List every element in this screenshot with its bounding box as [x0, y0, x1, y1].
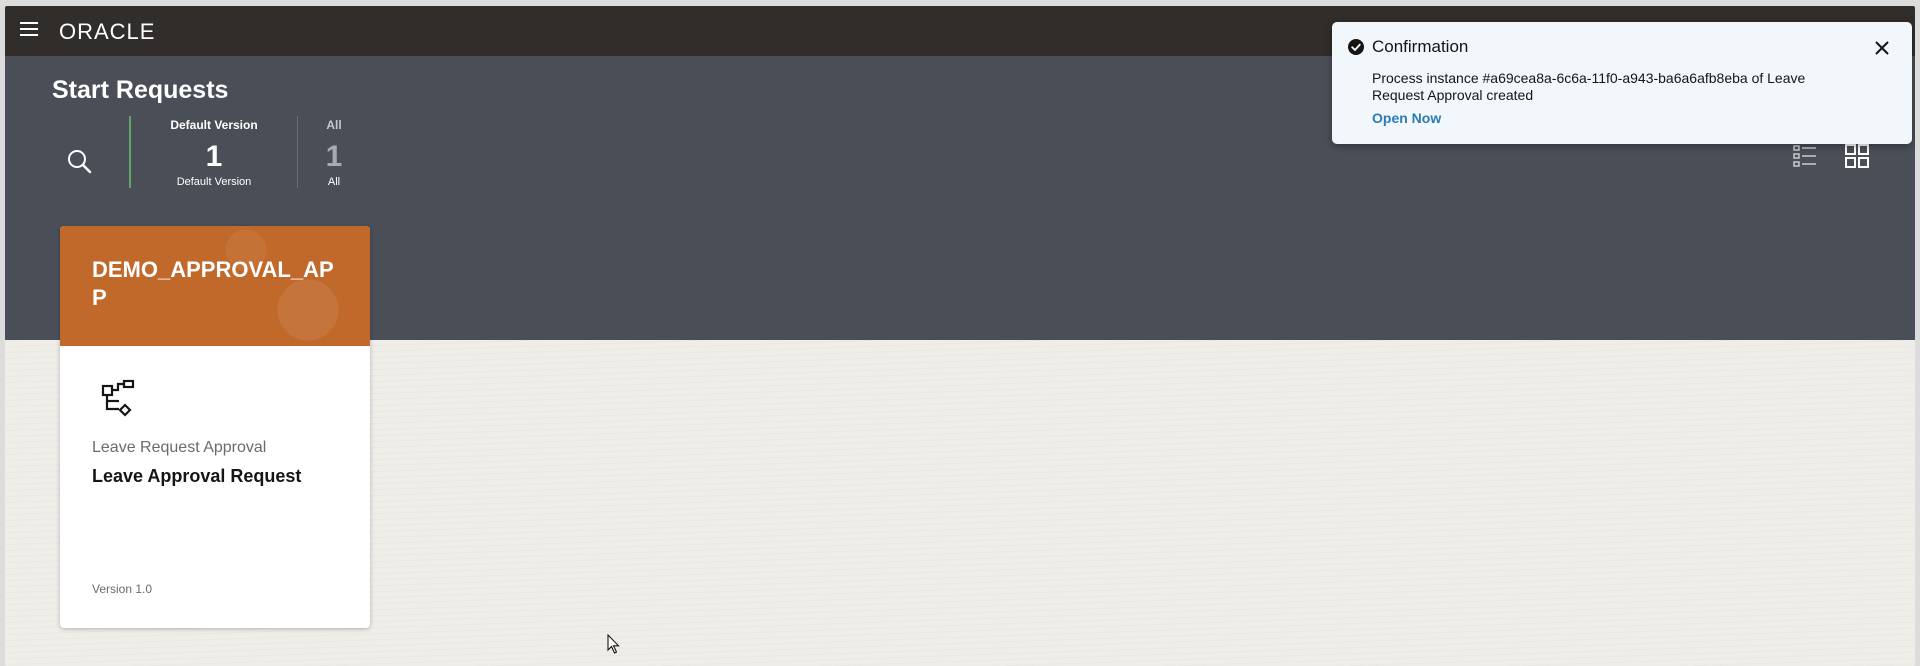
confirmation-toast: Confirmation Process instance #a69cea8a-… — [1332, 22, 1912, 144]
view-toggle-group — [1789, 140, 1873, 172]
filter-label: Default Version — [170, 118, 258, 132]
filter-count: 1 — [325, 140, 343, 173]
open-now-link[interactable]: Open Now — [1372, 110, 1441, 126]
filter-count: 1 — [205, 140, 223, 173]
hamburger-icon[interactable] — [20, 22, 40, 40]
grid-view-icon[interactable] — [1841, 140, 1873, 172]
process-card[interactable]: DEMO_APPROVAL_APP Leave Request Approval… — [60, 226, 370, 628]
mouse-cursor-icon — [607, 633, 621, 654]
search-icon[interactable] — [60, 142, 100, 182]
check-circle-icon — [1348, 39, 1364, 55]
filter-sublabel: Default Version — [176, 176, 252, 188]
app-window: ORACLE Start Requests Default Version 1 … — [5, 6, 1915, 666]
filter-default-version[interactable]: Default Version 1 Default Version — [129, 116, 298, 188]
card-app-name: DEMO_APPROVAL_APP — [60, 226, 370, 346]
toast-message: Process instance #a69cea8a-6c6a-11f0-a94… — [1372, 70, 1806, 103]
card-subtitle: Leave Request Approval — [92, 439, 267, 456]
version-filter-tabs: Default Version 1 Default Version All 1 … — [129, 116, 370, 188]
toast-title: Confirmation — [1372, 37, 1469, 56]
filter-label: All — [326, 118, 342, 132]
card-title: Leave Approval Request — [92, 466, 302, 486]
process-flow-icon — [97, 376, 141, 420]
oracle-logo: ORACLE — [59, 19, 156, 44]
list-view-icon[interactable] — [1789, 140, 1821, 172]
card-version: Version 1.0 — [92, 582, 153, 596]
filter-all[interactable]: All 1 All — [298, 116, 370, 188]
close-icon[interactable] — [1872, 38, 1892, 58]
page-title: Start Requests — [52, 76, 229, 104]
filter-sublabel: All — [327, 176, 341, 188]
